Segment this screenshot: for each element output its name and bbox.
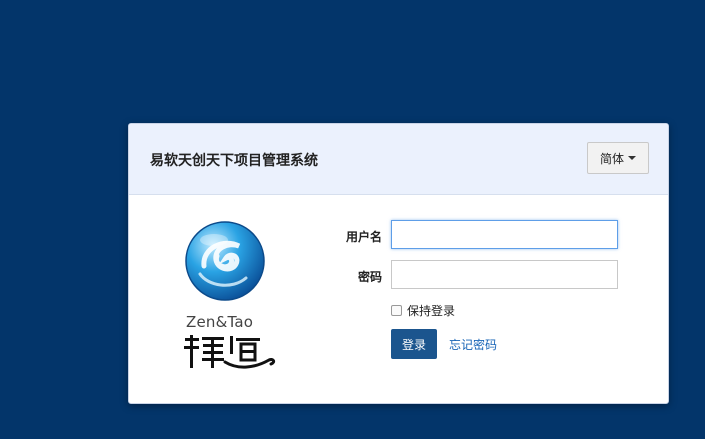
- caret-down-icon: [628, 156, 636, 160]
- username-label: 用户名: [345, 230, 382, 244]
- zentao-logo-icon: [185, 221, 265, 301]
- login-dialog: 易软天创天下项目管理系统 简体 Zen&Tao 用户名 密码 保持登录 登录 忘…: [128, 123, 669, 404]
- language-select-button[interactable]: 简体: [587, 142, 649, 174]
- brand-calligraphy-mark: [184, 335, 276, 369]
- password-input[interactable]: [391, 260, 618, 289]
- remember-checkbox[interactable]: [391, 305, 402, 316]
- username-input[interactable]: [391, 220, 618, 249]
- password-label: 密码: [357, 270, 382, 284]
- login-button[interactable]: 登录: [391, 329, 437, 359]
- system-title: 易软天创天下项目管理系统: [150, 153, 318, 169]
- forgot-password-link[interactable]: 忘记密码: [449, 336, 497, 353]
- brand-latin-name: Zen&Tao: [186, 313, 254, 331]
- remember-login[interactable]: 保持登录: [391, 302, 455, 319]
- language-label: 简体: [599, 151, 624, 166]
- dialog-header: 易软天创天下项目管理系统 简体: [129, 124, 668, 195]
- remember-label: 保持登录: [407, 304, 456, 318]
